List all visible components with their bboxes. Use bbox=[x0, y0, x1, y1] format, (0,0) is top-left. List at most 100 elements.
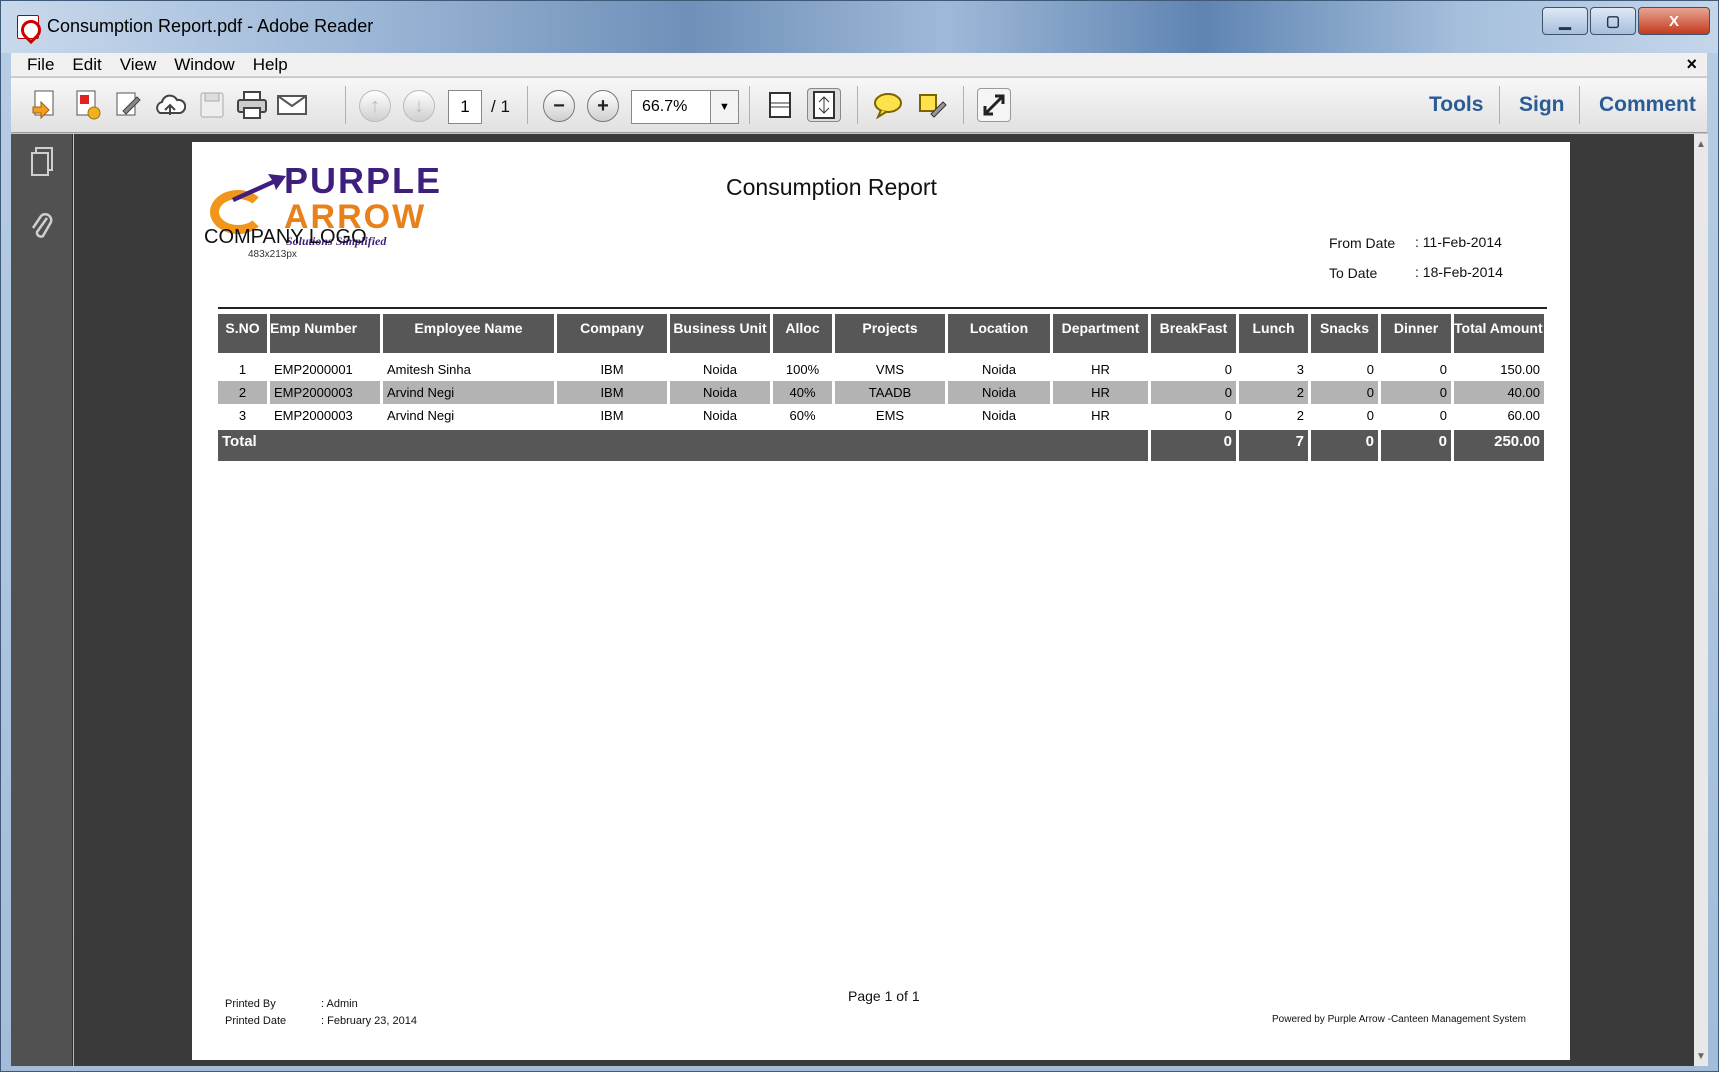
zoom-select[interactable]: 66.7% ▼ bbox=[631, 90, 739, 124]
adobe-reader-icon bbox=[17, 15, 39, 39]
table-row: 1 EMP2000001 Amitesh Sinha IBM Noida 100… bbox=[218, 358, 1547, 381]
save-icon[interactable] bbox=[195, 88, 229, 122]
column-header: Emp Number bbox=[270, 314, 383, 358]
cell-sno: 3 bbox=[218, 404, 270, 427]
column-header: Employee Name bbox=[383, 314, 557, 358]
printed-by-label: Printed By bbox=[225, 998, 276, 1010]
menu-view[interactable]: View bbox=[120, 55, 157, 75]
cell-project: TAADB bbox=[835, 381, 948, 404]
cell-snacks: 0 bbox=[1311, 381, 1381, 404]
column-header: Projects bbox=[835, 314, 948, 358]
cell-breakfast: 0 bbox=[1151, 381, 1239, 404]
printed-by-value: : Admin bbox=[321, 998, 358, 1010]
create-pdf-icon[interactable] bbox=[29, 88, 63, 122]
cell-employee-name: Arvind Negi bbox=[383, 381, 557, 404]
toolbar-separator bbox=[1579, 86, 1580, 124]
toolbar-separator bbox=[749, 86, 750, 124]
cell-department: HR bbox=[1053, 358, 1151, 381]
cell-sno: 1 bbox=[218, 358, 270, 381]
maximize-icon: ▢ bbox=[1605, 13, 1621, 30]
chevron-down-icon[interactable]: ▼ bbox=[710, 91, 738, 123]
total-label: Total bbox=[218, 427, 1151, 461]
comment-bubble-icon[interactable] bbox=[871, 88, 905, 122]
comment-link[interactable]: Comment bbox=[1599, 93, 1696, 117]
cell-breakfast: 0 bbox=[1151, 358, 1239, 381]
menu-bar: File Edit View Window Help × bbox=[11, 53, 1707, 77]
cell-snacks: 0 bbox=[1311, 358, 1381, 381]
cell-location: Noida bbox=[948, 358, 1053, 381]
vertical-scrollbar[interactable]: ▲ ▼ bbox=[1694, 134, 1708, 1066]
cell-employee-name: Amitesh Sinha bbox=[383, 358, 557, 381]
cell-company: IBM bbox=[557, 404, 670, 427]
minimize-button[interactable]: ▁ bbox=[1542, 7, 1588, 35]
pdf-page: PURPLE ARROW Solutions Simplified COMPAN… bbox=[192, 142, 1570, 1060]
from-date-value: : 11-Feb-2014 bbox=[1415, 234, 1502, 250]
cell-total-amount: 150.00 bbox=[1454, 358, 1547, 381]
close-button[interactable]: X bbox=[1638, 7, 1710, 35]
close-document-icon[interactable]: × bbox=[1686, 54, 1697, 75]
toolbar-separator bbox=[1499, 86, 1500, 124]
column-header: S.NO bbox=[218, 314, 270, 358]
prev-page-icon[interactable]: ↑ bbox=[359, 90, 391, 122]
fit-width-icon[interactable] bbox=[763, 88, 797, 122]
cell-department: HR bbox=[1053, 381, 1151, 404]
attachments-icon[interactable] bbox=[27, 208, 57, 244]
total-dinner: 0 bbox=[1381, 427, 1454, 461]
cell-dinner: 0 bbox=[1381, 358, 1454, 381]
cell-lunch: 2 bbox=[1239, 404, 1311, 427]
page-number-input[interactable]: 1 bbox=[448, 90, 482, 124]
edit-pdf-icon[interactable] bbox=[111, 88, 145, 122]
menu-help[interactable]: Help bbox=[253, 55, 288, 75]
total-breakfast: 0 bbox=[1151, 427, 1239, 461]
column-header: Alloc bbox=[773, 314, 835, 358]
combine-files-icon[interactable] bbox=[71, 88, 105, 122]
column-header: Business Unit bbox=[670, 314, 773, 358]
menu-file[interactable]: File bbox=[27, 55, 54, 75]
app-window: Consumption Report.pdf - Adobe Reader ▁ … bbox=[0, 0, 1719, 1072]
column-header: Location bbox=[948, 314, 1053, 358]
table-row: 2 EMP2000003 Arvind Negi IBM Noida 40% T… bbox=[218, 381, 1547, 404]
cell-location: Noida bbox=[948, 404, 1053, 427]
toolbar-separator bbox=[527, 86, 528, 124]
zoom-out-icon[interactable]: − bbox=[543, 90, 575, 122]
scroll-down-icon[interactable]: ▼ bbox=[1694, 1048, 1708, 1064]
cell-location: Noida bbox=[948, 381, 1053, 404]
next-page-icon[interactable]: ↓ bbox=[403, 90, 435, 122]
toolbar-separator bbox=[963, 86, 964, 124]
window-controls: ▁ ▢ X bbox=[1542, 7, 1710, 35]
cell-company: IBM bbox=[557, 358, 670, 381]
menu-edit[interactable]: Edit bbox=[72, 55, 101, 75]
scroll-up-icon[interactable]: ▲ bbox=[1694, 136, 1708, 152]
minimize-icon: ▁ bbox=[1559, 13, 1571, 30]
menu-window[interactable]: Window bbox=[174, 55, 234, 75]
cell-alloc: 60% bbox=[773, 404, 835, 427]
column-header: Company bbox=[557, 314, 670, 358]
table-row: 3 EMP2000003 Arvind Negi IBM Noida 60% E… bbox=[218, 404, 1547, 427]
pages-icon[interactable] bbox=[27, 144, 57, 180]
toolbar-separator bbox=[345, 86, 346, 124]
report-title: Consumption Report bbox=[726, 174, 937, 200]
email-icon[interactable] bbox=[275, 88, 309, 122]
title-bar[interactable]: Consumption Report.pdf - Adobe Reader ▁ … bbox=[1, 1, 1718, 53]
maximize-button[interactable]: ▢ bbox=[1590, 7, 1636, 35]
fit-page-icon[interactable] bbox=[807, 88, 841, 122]
cell-dinner: 0 bbox=[1381, 404, 1454, 427]
print-icon[interactable] bbox=[235, 88, 269, 122]
page-count: Page 1 of 1 bbox=[848, 988, 920, 1004]
cell-total-amount: 60.00 bbox=[1454, 404, 1547, 427]
logo-placeholder-label: COMPANY LOGO bbox=[204, 226, 367, 248]
zoom-in-icon[interactable]: + bbox=[587, 90, 619, 122]
cell-company: IBM bbox=[557, 381, 670, 404]
cell-emp-number: EMP2000003 bbox=[270, 381, 383, 404]
sign-link[interactable]: Sign bbox=[1519, 93, 1565, 117]
total-lunch: 7 bbox=[1239, 427, 1311, 461]
highlight-icon[interactable] bbox=[915, 88, 949, 122]
fullscreen-icon[interactable] bbox=[977, 88, 1011, 122]
column-header: Total Amount bbox=[1454, 314, 1547, 358]
cloud-upload-icon[interactable] bbox=[153, 88, 187, 122]
window-title: Consumption Report.pdf - Adobe Reader bbox=[47, 16, 374, 36]
cell-employee-name: Arvind Negi bbox=[383, 404, 557, 427]
cell-alloc: 100% bbox=[773, 358, 835, 381]
tools-link[interactable]: Tools bbox=[1429, 93, 1483, 117]
header-divider bbox=[218, 307, 1547, 309]
